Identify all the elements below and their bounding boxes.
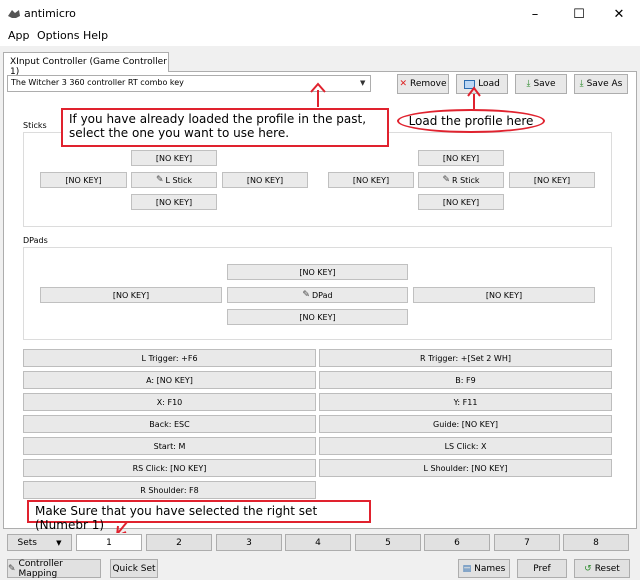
names-label: Names (474, 563, 506, 574)
dpad-right-button[interactable]: [NO KEY] (413, 287, 595, 303)
mapping-back[interactable]: Back: ESC (23, 415, 316, 433)
mapping-l-trigger[interactable]: L Trigger: +F6 (23, 349, 316, 367)
mapping-rs-click[interactable]: RS Click: [NO KEY] (23, 459, 316, 477)
lstick-right-button[interactable]: [NO KEY] (222, 172, 308, 188)
set-6-button[interactable]: 6 (424, 534, 490, 551)
reset-icon: ↺ (584, 563, 592, 574)
dpad-down-button[interactable]: [NO KEY] (227, 309, 408, 325)
pref-button[interactable]: Pref (517, 559, 567, 578)
pencil-icon: ✎ (155, 175, 164, 185)
mapping-b[interactable]: B: F9 (319, 371, 612, 389)
set-5-button[interactable]: 5 (355, 534, 421, 551)
lstick-button[interactable]: ✎ L Stick (131, 172, 217, 188)
rstick-up-button[interactable]: [NO KEY] (418, 150, 504, 166)
reset-label: Reset (594, 563, 620, 574)
mapping-guide[interactable]: Guide: [NO KEY] (319, 415, 612, 433)
rstick-label: R Stick (451, 175, 480, 185)
dpad-label: DPad (311, 290, 333, 300)
set-4-button[interactable]: 4 (285, 534, 351, 551)
sets-label: Sets (17, 537, 37, 548)
names-button[interactable]: ▤ Names (458, 559, 510, 578)
controller-mapping-button[interactable]: ✎ Controller Mapping (7, 558, 101, 579)
lstick-down-button[interactable]: [NO KEY] (131, 194, 217, 210)
mapping-a[interactable]: A: [NO KEY] (23, 371, 316, 389)
dpad-button[interactable]: ✎ DPad (227, 287, 408, 303)
set-8-button[interactable]: 8 (563, 534, 629, 551)
pencil-icon: ✎ (302, 290, 310, 300)
dpads-label: DPads (23, 236, 48, 245)
set-3-button[interactable]: 3 (216, 534, 282, 551)
quick-set-button[interactable]: Quick Set (110, 559, 158, 578)
mapping-x[interactable]: X: F10 (23, 393, 316, 411)
dpad-up-button[interactable]: [NO KEY] (227, 264, 408, 280)
rstick-right-button[interactable]: [NO KEY] (509, 172, 595, 188)
names-icon: ▤ (462, 563, 472, 574)
set-2-button[interactable]: 2 (146, 534, 212, 551)
mapping-r-shoulder[interactable]: R Shoulder: F8 (23, 481, 316, 499)
annotation-make-sure: Make Sure that you have selected the rig… (27, 500, 371, 532)
sets-dropdown[interactable]: Sets ▼ (7, 534, 72, 551)
lstick-up-button[interactable]: [NO KEY] (131, 150, 217, 166)
annotation-load-profile: Load the profile here (397, 109, 545, 133)
mapping-y[interactable]: Y: F11 (319, 393, 612, 411)
set-7-button[interactable]: 7 (494, 534, 560, 551)
lstick-left-button[interactable]: [NO KEY] (40, 172, 127, 188)
mapping-ls-click[interactable]: LS Click: X (319, 437, 612, 455)
pencil-icon: ✎ (8, 563, 16, 574)
sticks-label: Sticks (23, 121, 47, 130)
chevron-down-icon: ▼ (56, 538, 62, 547)
annotation-select-profile: If you have already loaded the profile i… (61, 108, 389, 147)
rstick-down-button[interactable]: [NO KEY] (418, 194, 504, 210)
set-1-button[interactable]: 1 (76, 534, 142, 551)
mapping-start[interactable]: Start: M (23, 437, 316, 455)
mapping-l-shoulder[interactable]: L Shoulder: [NO KEY] (319, 459, 612, 477)
reset-button[interactable]: ↺ Reset (574, 559, 630, 578)
controller-mapping-label: Controller Mapping (18, 558, 63, 579)
dpad-left-button[interactable]: [NO KEY] (40, 287, 222, 303)
lstick-label: L Stick (165, 175, 192, 185)
rstick-left-button[interactable]: [NO KEY] (328, 172, 414, 188)
rstick-button[interactable]: ✎ R Stick (418, 172, 504, 188)
mapping-r-trigger[interactable]: R Trigger: +[Set 2 WH] (319, 349, 612, 367)
pencil-icon: ✎ (442, 175, 450, 185)
